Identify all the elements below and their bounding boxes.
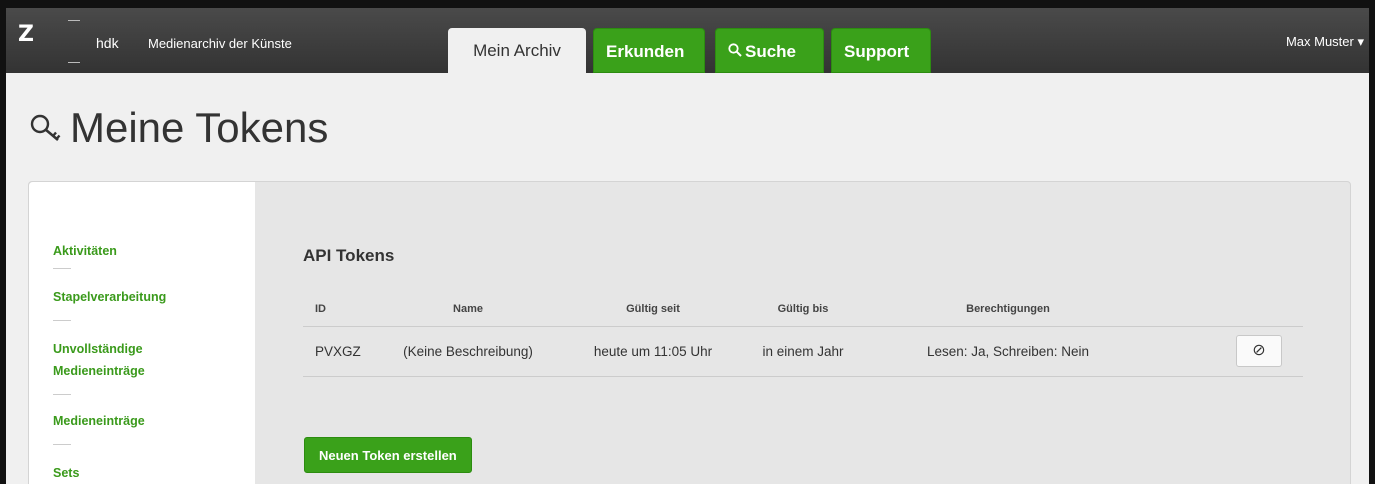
token-id: PVXGZ	[303, 326, 373, 377]
column-header-id: ID	[303, 292, 373, 327]
token-valid-until: in einem Jahr	[743, 326, 863, 377]
tokens-table: ID Name Gültig seit Gültig bis Berechtig…	[303, 292, 1303, 377]
sidebar-item-sets[interactable]: Sets	[53, 462, 79, 484]
tab-label: Support	[844, 42, 910, 61]
tab-mein-archiv[interactable]: Mein Archiv	[448, 28, 586, 73]
page-title-text: Meine Tokens	[70, 104, 329, 151]
sidebar-divider	[53, 394, 71, 395]
sidebar-item-stapelverarbeitung[interactable]: Stapelverarbeitung	[53, 286, 166, 308]
brand-name[interactable]: Medienarchiv der Künste	[148, 36, 292, 51]
sidebar-item-aktivitaeten[interactable]: Aktivitäten	[53, 240, 117, 262]
key-icon	[28, 106, 64, 141]
column-header-actions	[1153, 292, 1303, 327]
sidebar: Aktivitäten Stapelverarbeitung Unvollstä…	[29, 182, 255, 484]
create-token-button[interactable]: Neuen Token erstellen	[304, 437, 472, 473]
search-icon	[728, 30, 742, 76]
revoke-token-button[interactable]: ⊘	[1236, 335, 1282, 367]
sidebar-divider	[53, 320, 71, 321]
column-header-valid-until: Gültig bis	[743, 292, 863, 327]
page-title: Meine Tokens	[28, 104, 328, 152]
table-row: PVXGZ (Keine Beschreibung) heute um 11:0…	[303, 326, 1303, 377]
tab-label: Erkunden	[606, 42, 685, 61]
sidebar-item-unvollstaendige[interactable]: Unvollständige Medieneinträge	[53, 338, 203, 382]
sidebar-item-medieneintraege[interactable]: Medieneinträge	[53, 410, 145, 432]
section-heading: API Tokens	[303, 246, 395, 265]
tab-label: Suche	[745, 42, 797, 61]
token-permissions: Lesen: Ja, Schreiben: Nein	[863, 326, 1153, 377]
app-window: Z hdk Medienarchiv der Künste Mein Archi…	[6, 8, 1369, 484]
top-navigation-bar: Z hdk Medienarchiv der Künste Mein Archi…	[6, 8, 1369, 73]
logo[interactable]: Z	[18, 22, 34, 47]
logo-divider	[68, 16, 82, 66]
brand-short[interactable]: hdk	[96, 35, 119, 51]
revoke-icon: ⊘	[1252, 342, 1266, 359]
column-header-name: Name	[373, 292, 563, 327]
column-header-valid-from: Gültig seit	[563, 292, 743, 327]
token-valid-from: heute um 11:05 Uhr	[563, 326, 743, 377]
tab-erkunden[interactable]: Erkunden	[593, 28, 705, 73]
token-actions: ⊘	[1153, 326, 1303, 377]
sidebar-divider	[53, 444, 71, 445]
token-name: (Keine Beschreibung)	[373, 326, 563, 377]
table-header-row: ID Name Gültig seit Gültig bis Berechtig…	[303, 292, 1303, 327]
sidebar-divider	[53, 268, 71, 269]
user-menu[interactable]: Max Muster ▾	[1286, 34, 1364, 50]
content-panel: Aktivitäten Stapelverarbeitung Unvollstä…	[28, 181, 1351, 484]
tab-support[interactable]: Support	[831, 28, 931, 73]
column-header-permissions: Berechtigungen	[863, 292, 1153, 327]
tab-label: Mein Archiv	[473, 41, 561, 60]
tab-suche[interactable]: Suche	[715, 28, 824, 73]
